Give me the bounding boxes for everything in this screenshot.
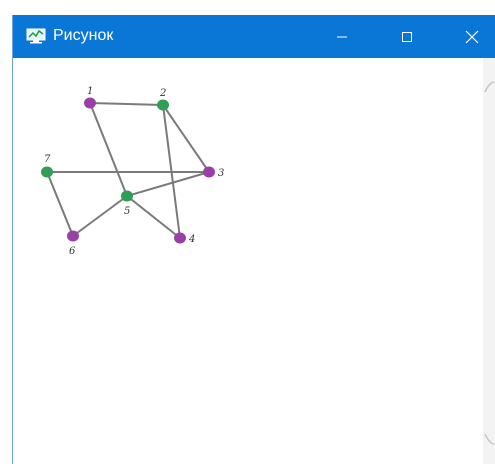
graph-edge-3-5: [126, 171, 210, 197]
graph-node-3: [203, 166, 215, 178]
graph-node-4: [174, 232, 186, 244]
graph-edge-5-6: [72, 195, 128, 237]
graph-edge-7-6: [46, 171, 74, 237]
window-title: Рисунок: [53, 27, 114, 44]
title-bar[interactable]: Рисунок: [13, 15, 495, 58]
vertical-scrollbar[interactable]: [483, 58, 495, 464]
graph-node-label: 7: [44, 154, 51, 165]
minimize-icon: [337, 36, 347, 37]
graph-node-label: 5: [124, 206, 130, 217]
close-icon: [465, 30, 479, 43]
graph-node-5: [121, 190, 133, 202]
figure-window: Рисунок 1 2 3 4 5 6 7: [12, 15, 495, 464]
graph-node-label: 6: [69, 246, 76, 257]
graph-edge-5-4: [126, 195, 181, 239]
graph-node-6: [67, 230, 79, 242]
close-button[interactable]: [449, 15, 495, 58]
scroll-up-icon[interactable]: [483, 80, 495, 96]
graph-node-label: 3: [218, 168, 224, 179]
maximize-button[interactable]: [384, 15, 430, 58]
maximize-icon: [402, 31, 412, 42]
graph-node-7: [41, 166, 53, 178]
graph-node-1: [84, 97, 96, 109]
graph-node-label: 4: [188, 234, 195, 245]
graph-edge-1-2: [89, 102, 164, 106]
graph-edge-1-5: [89, 102, 128, 197]
graph-plot: 1 2 3 4 5 6 7: [41, 86, 224, 257]
graph-node-label: 1: [87, 86, 93, 97]
minimize-button[interactable]: [319, 15, 365, 58]
figure-canvas: 1 2 3 4 5 6 7: [13, 58, 495, 464]
graph-node-label: 2: [159, 88, 166, 99]
plot-icon: [26, 28, 46, 44]
graph-node-2: [157, 99, 169, 111]
scroll-down-icon[interactable]: [483, 430, 495, 446]
